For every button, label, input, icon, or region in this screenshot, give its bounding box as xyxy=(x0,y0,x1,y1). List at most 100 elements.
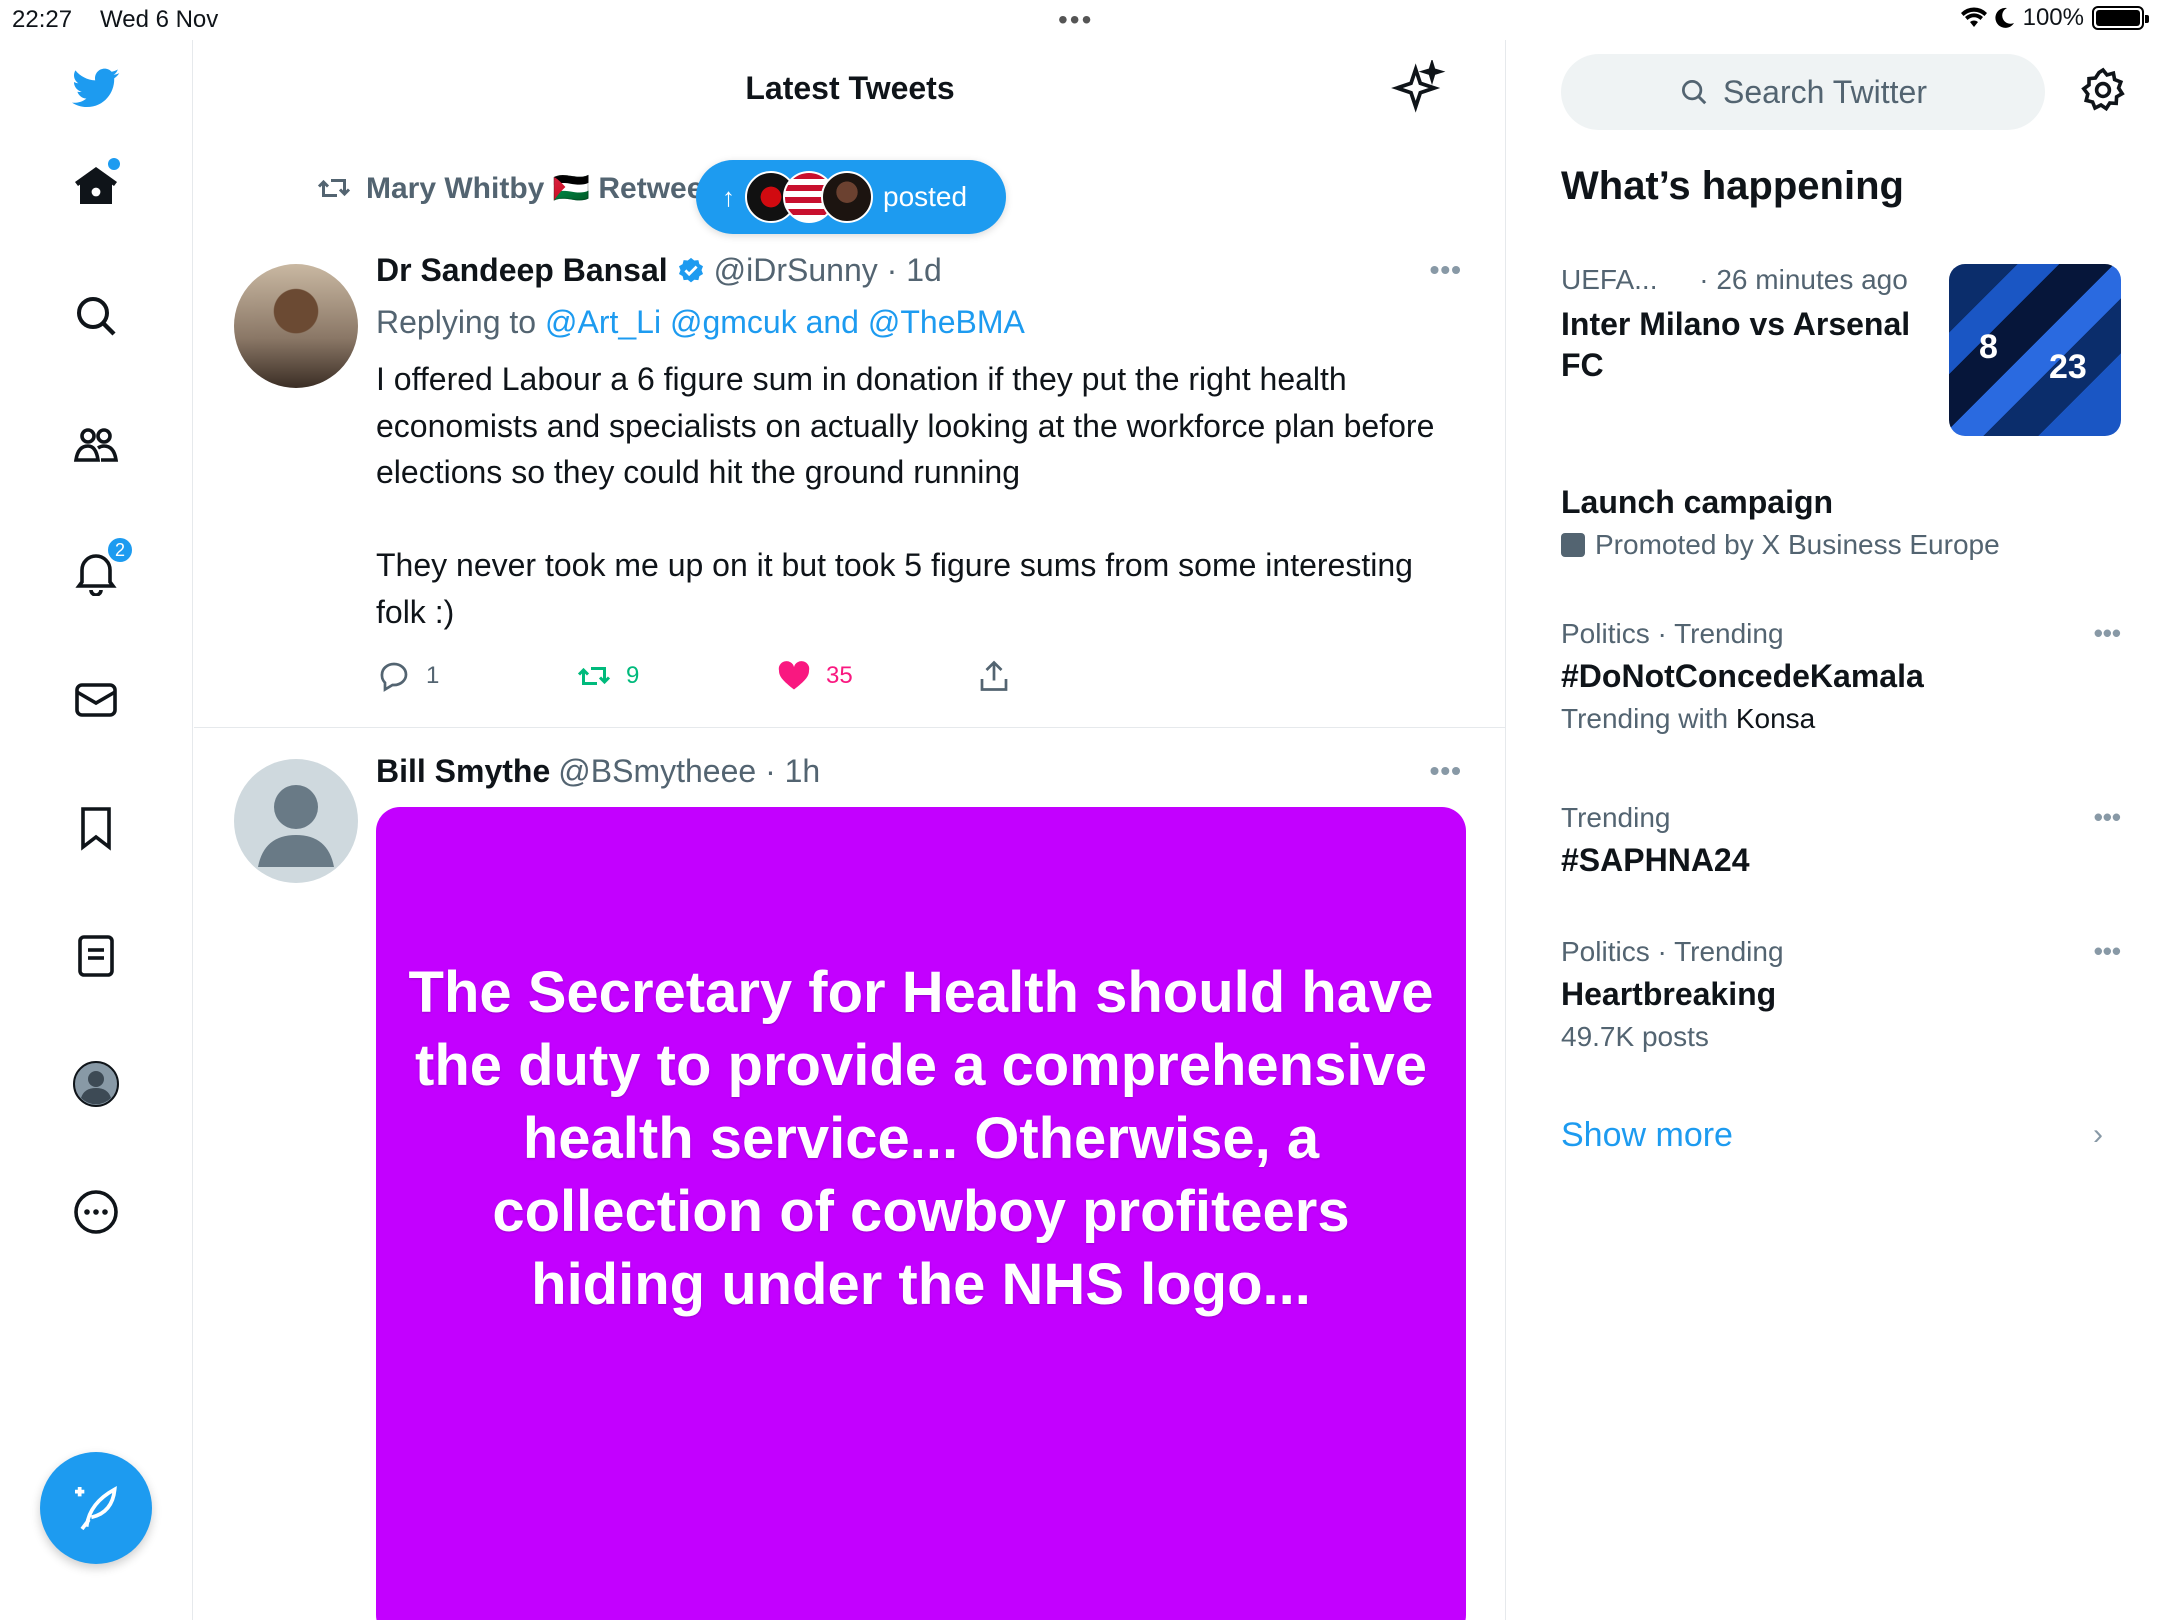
home-icon[interactable] xyxy=(70,158,122,212)
reply-button[interactable]: 1 xyxy=(376,658,439,694)
replying-to: Replying to @Art_Li @gmcuk and @TheBMA xyxy=(376,304,1025,341)
trend-item[interactable]: Politics · Trending #DoNotConcedeKamala … xyxy=(1561,618,2121,735)
battery-percent: 100% xyxy=(2022,4,2084,31)
share-button[interactable] xyxy=(976,658,1012,694)
tweet-text: I offered Labour a 6 figure sum in donat… xyxy=(376,361,1435,630)
notifications-icon[interactable]: 2 xyxy=(70,536,134,598)
avatar[interactable] xyxy=(234,759,358,883)
trend-sub: 49.7K posts xyxy=(1561,1021,1709,1052)
status-time: 22:27 xyxy=(12,6,73,33)
right-sidebar: Search Twitter What’s happening UEFA... … xyxy=(1507,40,2160,1620)
trend-topic: #DoNotConcedeKamala xyxy=(1561,658,1924,694)
avatar[interactable] xyxy=(234,264,358,388)
promoted-text: Promoted by X Business Europe xyxy=(1595,529,2000,560)
trend-item[interactable]: Trending #SAPHNA24 ••• xyxy=(1561,802,2121,881)
tweet-2[interactable]: Bill Smythe @BSmytheee · 1h ••• The Secr… xyxy=(194,729,1505,1620)
replying-to-links[interactable]: @Art_Li @gmcuk and @TheBMA xyxy=(545,304,1025,340)
author-name[interactable]: Dr Sandeep Bansal xyxy=(376,252,668,289)
search-icon[interactable] xyxy=(70,290,122,342)
profile-avatar-icon[interactable] xyxy=(70,1058,122,1110)
more-icon[interactable] xyxy=(70,1186,122,1238)
tweet-more-icon[interactable]: ••• xyxy=(1430,755,1462,787)
retweeted-by-text: Mary Whitby 🇵🇸 Retweeted xyxy=(366,171,749,205)
replying-prefix: Replying to xyxy=(376,304,537,340)
communities-icon[interactable] xyxy=(70,418,122,470)
trend-time: · 26 minutes ago xyxy=(1699,264,1908,295)
trend-topic: Launch campaign xyxy=(1561,484,1834,520)
search-icon xyxy=(1682,80,1707,105)
pill-label: posted xyxy=(883,181,968,212)
status-right: 100% xyxy=(1960,4,2149,32)
image-text: The Secretary for Health should have the… xyxy=(408,959,1434,1317)
trend-more-icon[interactable]: ••• xyxy=(2094,618,2121,649)
like-count: 35 xyxy=(826,662,853,689)
battery-icon xyxy=(2092,6,2149,30)
trend-category: UEFA... xyxy=(1561,264,1658,295)
author-handle[interactable]: @iDrSunny · 1d xyxy=(714,252,942,289)
trend-item[interactable]: Launch campaign Promoted by X Business E… xyxy=(1561,482,2121,561)
sparkle-icon[interactable] xyxy=(1390,60,1446,116)
like-button[interactable]: 35 xyxy=(776,658,853,694)
status-bar: 22:27 Wed 6 Nov ••• 100% xyxy=(0,0,2160,40)
trend-sub-prefix: Trending with xyxy=(1561,703,1729,734)
trend-sub: Promoted by X Business Europe xyxy=(1561,529,2121,561)
lists-icon[interactable] xyxy=(70,930,122,982)
chevron-right-icon[interactable]: › xyxy=(2093,1118,2103,1152)
retweet-indicator[interactable]: Mary Whitby 🇵🇸 Retweeted xyxy=(316,170,748,206)
timeline-header: Latest Tweets xyxy=(194,40,1505,140)
reply-icon xyxy=(380,662,408,692)
trend-topic: Inter Milano vs Arsenal FC xyxy=(1561,306,1911,383)
heart-icon xyxy=(778,661,810,690)
trend-meta: Politics · Trending xyxy=(1561,936,1784,967)
arrow-up-icon: ↑ xyxy=(722,181,735,212)
trend-meta: Trending xyxy=(1561,802,1671,833)
trend-topic: #SAPHNA24 xyxy=(1561,842,1750,878)
tweet-1[interactable]: Mary Whitby 🇵🇸 Retweeted Dr Sandeep Bans… xyxy=(194,160,1505,728)
notifications-badge: 2 xyxy=(106,536,134,564)
wifi-icon xyxy=(1960,7,1987,28)
show-more-link[interactable]: Show more xyxy=(1561,1116,1733,1155)
pill-avatars xyxy=(745,171,873,223)
default-avatar-icon xyxy=(258,785,334,867)
new-posts-pill[interactable]: ↑ posted xyxy=(696,160,1006,234)
verified-badge-icon xyxy=(678,257,703,282)
compose-tweet-button[interactable] xyxy=(40,1452,152,1564)
retweet-count: 9 xyxy=(626,662,640,689)
twitter-logo-icon[interactable] xyxy=(70,62,122,114)
avatar xyxy=(821,171,873,223)
retweet-button[interactable]: 9 xyxy=(576,658,639,694)
section-title: What’s happening xyxy=(1561,164,1904,208)
author-name[interactable]: Bill Smythe xyxy=(376,753,550,790)
trend-more-icon[interactable]: ••• xyxy=(2094,936,2121,967)
trend-sub-highlight: Konsa xyxy=(1735,703,1816,734)
tweet-more-icon[interactable]: ••• xyxy=(1430,254,1462,286)
compose-feather-icon xyxy=(75,1485,117,1531)
bookmarks-icon[interactable] xyxy=(70,802,122,854)
multitasking-dots-icon[interactable]: ••• xyxy=(1058,4,1093,36)
trend-topic: Heartbreaking xyxy=(1561,976,1777,1012)
trend-meta: Politics · Trending xyxy=(1561,618,1784,649)
tweet-header: Bill Smythe @BSmytheee · 1h xyxy=(376,753,820,790)
main-timeline: Latest Tweets Mary Whitby 🇵🇸 Retweeted D… xyxy=(194,40,1506,1620)
trend-item[interactable]: UEFA... · 26 minutes ago Inter Milano vs… xyxy=(1561,264,2121,444)
moon-icon xyxy=(1995,7,2014,28)
trend-item[interactable]: Politics · Trending Heartbreaking 49.7K … xyxy=(1561,936,2121,1053)
status-date: Wed 6 Nov xyxy=(100,6,219,33)
reply-count: 1 xyxy=(426,662,440,689)
retweet-icon xyxy=(317,179,351,197)
home-new-dot xyxy=(108,158,120,170)
left-navigation: 2 xyxy=(0,40,193,1620)
tweet-image[interactable]: The Secretary for Health should have the… xyxy=(376,807,1466,1620)
trend-more-icon[interactable]: ••• xyxy=(2094,802,2121,833)
news-thumbnail[interactable]: 8 23 xyxy=(1949,264,2121,436)
share-icon xyxy=(980,660,1008,691)
page-title: Latest Tweets xyxy=(745,70,955,106)
gear-icon[interactable] xyxy=(2079,66,2127,114)
retweet-icon xyxy=(577,667,611,685)
promoted-icon xyxy=(1561,533,1585,557)
messages-icon[interactable] xyxy=(70,674,122,726)
author-handle[interactable]: @BSmytheee · 1h xyxy=(558,753,820,790)
trend-sub: Trending with Konsa xyxy=(1561,703,2121,735)
search-input[interactable]: Search Twitter xyxy=(1561,54,2045,130)
tweet-actions: 1 9 35 xyxy=(376,658,1076,698)
